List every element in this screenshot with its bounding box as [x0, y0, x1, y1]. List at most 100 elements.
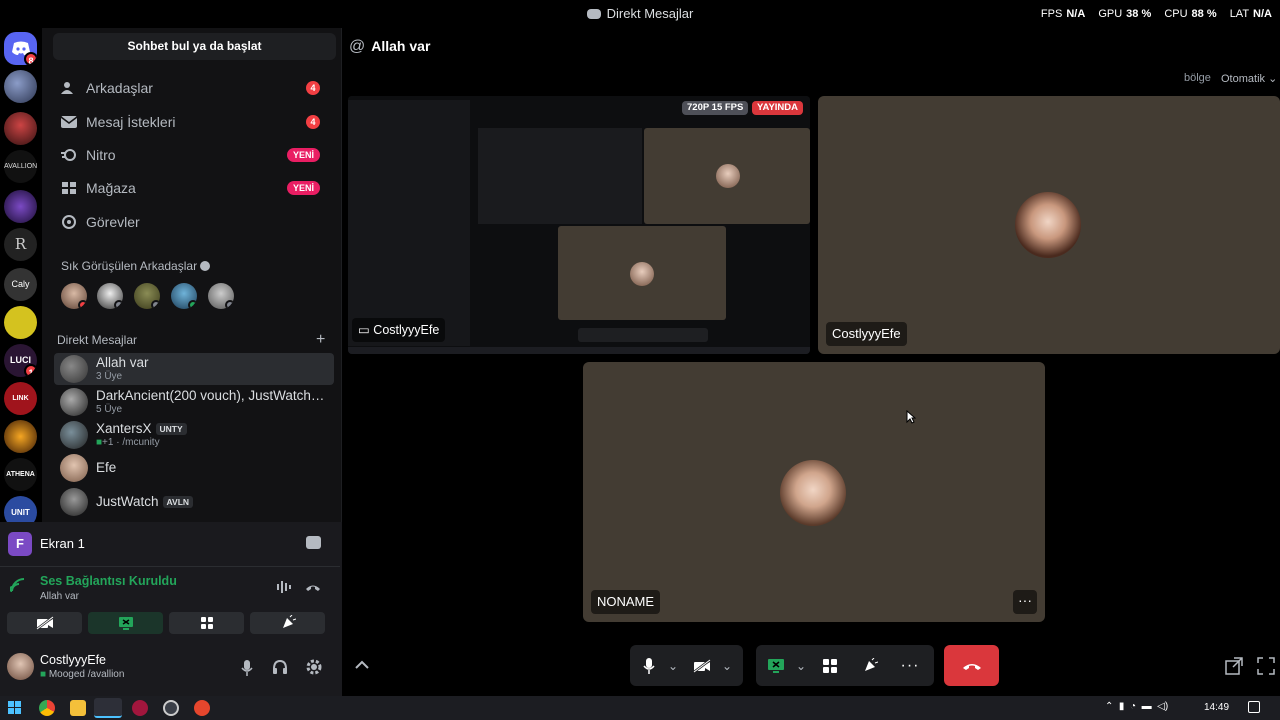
frequent-friend-avatar[interactable] — [61, 283, 87, 309]
stop-stream-icon[interactable] — [306, 536, 321, 549]
frequent-friend-avatar[interactable] — [97, 283, 123, 309]
live-badge: YAYINDA — [752, 101, 804, 115]
nav-quests[interactable]: Görevler — [52, 206, 334, 238]
nitro-new-badge: YENİ — [286, 148, 320, 162]
system-tray[interactable]: ⌃ ▮ ◔ ▬ ◁) — [1105, 701, 1168, 712]
media-controls: ⌄ ⌄ — [630, 645, 743, 686]
activities-button[interactable] — [169, 612, 244, 634]
app-icon[interactable] — [194, 700, 210, 716]
find-conversation-button[interactable]: Sohbet bul ya da başlat — [53, 33, 336, 60]
dm-item-justwatch[interactable]: JustWatch AVLN — [54, 486, 334, 518]
steam-icon[interactable] — [163, 700, 179, 716]
disconnect-icon[interactable] — [305, 582, 321, 592]
server-icon-1[interactable] — [4, 70, 37, 103]
nav-message-requests[interactable]: Mesaj İstekleri 4 — [52, 106, 334, 138]
chevron-down-icon[interactable]: ⌄ — [722, 659, 736, 673]
soundboard-button[interactable] — [850, 657, 890, 674]
headphones-icon[interactable] — [272, 659, 288, 675]
region-select[interactable]: Otomatik ⌄ — [1221, 72, 1277, 85]
soundboard-button[interactable] — [250, 612, 325, 634]
file-explorer-icon[interactable] — [70, 700, 86, 716]
server-icon-avallion[interactable]: AVALLION — [4, 150, 37, 183]
stream-user-label: ▭ CostlyyyEfe — [352, 318, 446, 342]
server-icon-7[interactable]: LINK — [4, 382, 37, 415]
more-options-icon[interactable]: ··· — [1013, 590, 1037, 614]
activities-icon — [200, 617, 213, 629]
quests-icon — [60, 214, 78, 230]
info-icon — [200, 261, 211, 271]
microphone-button[interactable] — [630, 657, 668, 675]
gamepad-icon: ■ — [40, 669, 47, 680]
nav-nitro[interactable]: Nitro YENİ — [52, 139, 334, 171]
group-avatar — [60, 388, 88, 416]
participant-tile-noname[interactable]: NONAME ··· — [583, 362, 1045, 622]
group-avatar — [60, 355, 88, 383]
server-icon-luci[interactable]: LUCI 1 — [4, 344, 37, 377]
soundboard-icon — [865, 657, 878, 671]
voice-status-row: Ses Bağlantısı Kuruldu Allah var — [0, 567, 340, 607]
notifications-icon[interactable] — [1248, 701, 1260, 713]
screen-avatar: F — [8, 532, 32, 556]
server-icon-8[interactable] — [4, 420, 37, 453]
voice-connected-text: Ses Bağlantısı Kuruldu — [40, 574, 177, 588]
chevron-down-icon[interactable]: ⌄ — [668, 659, 682, 673]
screen-share-icon — [118, 617, 133, 630]
frequent-friends-title: Sık Görüşülen Arkadaşlar — [61, 259, 211, 273]
participant-tile-costlyyyefe[interactable]: CostlyyyEfe — [818, 96, 1280, 354]
user-avatar — [60, 421, 88, 449]
frequent-friend-avatar[interactable] — [208, 283, 234, 309]
chrome-icon[interactable] — [39, 700, 55, 716]
server-icon-5[interactable]: Caly — [4, 268, 37, 301]
clock[interactable]: 14:49 — [1204, 702, 1229, 713]
create-dm-plus-icon[interactable]: + — [316, 331, 325, 349]
server-icon-athena[interactable]: ATHENA — [4, 458, 37, 491]
frequent-friend-avatar[interactable] — [171, 283, 197, 309]
camera-off-button[interactable] — [7, 612, 82, 634]
gear-icon[interactable] — [306, 659, 322, 675]
leave-call-button[interactable] — [944, 645, 999, 686]
user-name: CostlyyyEfe — [40, 653, 106, 667]
action-controls: ⌄ ··· — [756, 645, 934, 686]
participant-avatar — [1015, 192, 1081, 258]
microphone-icon[interactable] — [240, 659, 254, 677]
chevron-down-icon[interactable]: ⌄ — [796, 659, 810, 673]
nav-shop[interactable]: Mağaza YENİ — [52, 172, 334, 204]
server-icon-2[interactable] — [4, 112, 37, 145]
at-icon: @ — [349, 38, 366, 55]
screen-share-button[interactable] — [756, 658, 796, 674]
camera-button[interactable] — [682, 658, 722, 673]
voice-channel-name[interactable]: Allah var — [40, 591, 79, 602]
envelope-icon — [60, 114, 78, 130]
more-options-icon[interactable]: ··· — [890, 657, 930, 675]
screen-share-button[interactable] — [88, 612, 163, 634]
dm-item-xantersx[interactable]: XantersX UNTY ■+1 · /mcunity — [54, 419, 334, 451]
camera-off-icon — [693, 658, 711, 673]
stream-tile[interactable]: ▭ CostlyyyEfe — [348, 96, 810, 354]
popout-icon[interactable] — [1225, 657, 1243, 675]
dm-item-efe[interactable]: Efe — [54, 452, 334, 484]
direct-messages-title: Direkt Mesajlar — [57, 333, 138, 347]
opera-icon[interactable] — [132, 700, 148, 716]
server-icon-3[interactable] — [4, 190, 37, 223]
nav-friends[interactable]: Arkadaşlar 4 — [52, 72, 334, 104]
home-button[interactable]: 8 — [4, 32, 37, 65]
dm-item-allah-var[interactable]: Allah var 3 Üye — [54, 353, 334, 385]
activities-button[interactable] — [810, 658, 850, 674]
windows-start-icon[interactable] — [8, 701, 22, 715]
chevron-up-icon[interactable] — [355, 660, 369, 670]
user-avatar — [60, 454, 88, 482]
user-avatar — [60, 488, 88, 516]
dm-item-darkancient[interactable]: DarkAncient(200 vouch), JustWatch, ... 5… — [54, 386, 334, 418]
noise-suppression-icon[interactable] — [276, 580, 292, 594]
user-avatar[interactable] — [7, 653, 34, 680]
fullscreen-icon[interactable] — [1257, 657, 1275, 675]
chevron-down-icon: ⌄ — [1268, 73, 1278, 85]
activities-icon — [823, 658, 837, 673]
discord-icon — [586, 9, 601, 19]
server-icon-4[interactable]: R — [4, 228, 37, 261]
discord-taskbar-icon[interactable] — [94, 698, 122, 718]
frequent-friend-avatar[interactable] — [134, 283, 160, 309]
shop-new-badge: YENİ — [286, 181, 320, 195]
server-icon-6[interactable] — [4, 306, 37, 339]
screen-share-row: F Ekran 1 — [0, 522, 340, 567]
